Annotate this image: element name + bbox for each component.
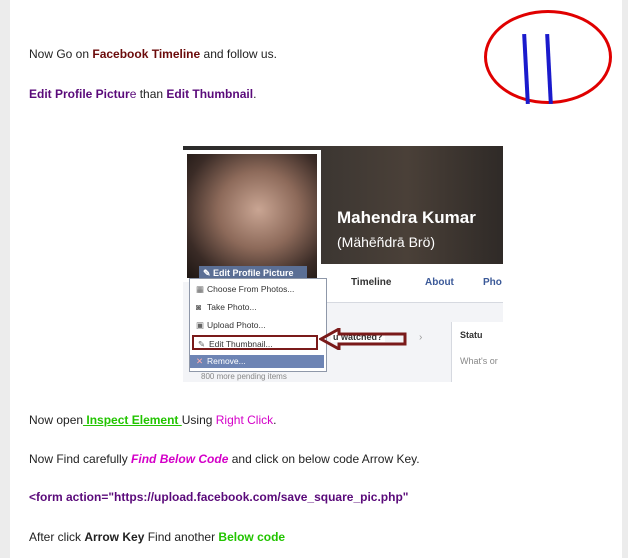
right-click-text: Right Click (215, 413, 274, 427)
profile-picture-menu: ▦ Choose From Photos... ◙ Take Photo... ▣ U… (189, 278, 327, 372)
upload-icon: ▣ (196, 320, 205, 330)
menu-item-label: Edit Thumbnail... (209, 339, 273, 349)
menu-item-label: Upload Photo... (207, 320, 266, 330)
menu-item-edit-thumbnail[interactable]: ✎ Edit Thumbnail... (192, 335, 318, 350)
profile-photo (187, 154, 317, 278)
profile-name: Mahendra Kumar (337, 208, 476, 227)
arrow-key-text: Arrow Key (84, 530, 145, 544)
pencil-icon: ✎ (198, 339, 206, 349)
text: and follow us. (200, 47, 277, 61)
find-below-code-text: Find Below Code (131, 452, 229, 466)
instruction-line-3: Now open Inspect Element Using Right Cli… (29, 413, 276, 427)
instruction-line-1: Now Go on Facebook Timeline and follow u… (29, 47, 277, 61)
menu-item-take-photo[interactable]: ◙ Take Photo... (196, 302, 257, 312)
pointer-arrow-icon (319, 328, 407, 350)
chevron-right-icon: › (419, 332, 423, 343)
instruction-line-6: After click Arrow Key Find another Below… (29, 530, 285, 544)
right-margin-bar (622, 0, 628, 558)
text: Find another (144, 530, 219, 544)
edit-profile-picture-text: Edit Profile Pictur (29, 87, 130, 101)
text: e (129, 87, 140, 101)
edit-thumbnail-text: Edit Thumbnail (163, 87, 254, 101)
text: Using (181, 413, 216, 427)
text: . (273, 413, 277, 427)
status-placeholder: What's or (460, 356, 498, 366)
status-box: Statu What's or (451, 322, 503, 382)
tab-about[interactable]: About (425, 277, 454, 288)
profile-alias: (Mähēñdrā Brö) (337, 234, 436, 250)
instruction-line-4: Now Find carefully Find Below Code and c… (29, 452, 420, 466)
code-snippet: <form action="https://upload.facebook.co… (29, 490, 409, 504)
menu-item-choose-from-photos[interactable]: ▦ Choose From Photos... (196, 284, 294, 295)
menu-item-label: Take Photo... (207, 302, 257, 312)
text: Now Find carefully (29, 452, 132, 466)
text: After click (29, 530, 85, 544)
menu-item-label: Remove... (207, 356, 246, 366)
pending-items-text: 800 more pending items (201, 372, 287, 381)
text: and click on below code Arrow Key. (228, 452, 420, 466)
text: Now open (29, 413, 84, 427)
status-tab[interactable]: Statu (460, 330, 483, 340)
photos-icon: ▦ (196, 284, 205, 294)
instruction-line-5: <form action="https://upload.facebook.co… (29, 490, 408, 504)
text: than (139, 87, 164, 101)
inspect-element-link[interactable]: Inspect Element (83, 413, 182, 427)
facebook-screenshot: ✎ Edit Profile Picture Mahendra Kumar (M… (183, 146, 503, 382)
text: Now Go on (29, 47, 93, 61)
tab-timeline[interactable]: Timeline (351, 277, 391, 288)
menu-item-upload-photo[interactable]: ▣ Upload Photo... (196, 320, 266, 331)
below-code-text: Below code (218, 530, 286, 544)
instruction-line-2: Edit Profile Picture than Edit Thumbnail… (29, 87, 256, 101)
menu-item-remove[interactable]: ✕ Remove... (190, 355, 324, 368)
menu-item-label: Choose From Photos... (207, 284, 295, 294)
tab-photos[interactable]: Pho (483, 277, 502, 288)
left-margin-bar (0, 0, 10, 558)
camera-icon: ◙ (196, 302, 202, 312)
text: . (253, 87, 257, 101)
facebook-timeline-text: Facebook Timeline (92, 47, 201, 61)
timeline-navbar: Timeline About Pho (321, 264, 503, 303)
close-icon: ✕ (196, 356, 204, 366)
profile-frame: ✎ Edit Profile Picture (183, 150, 321, 282)
